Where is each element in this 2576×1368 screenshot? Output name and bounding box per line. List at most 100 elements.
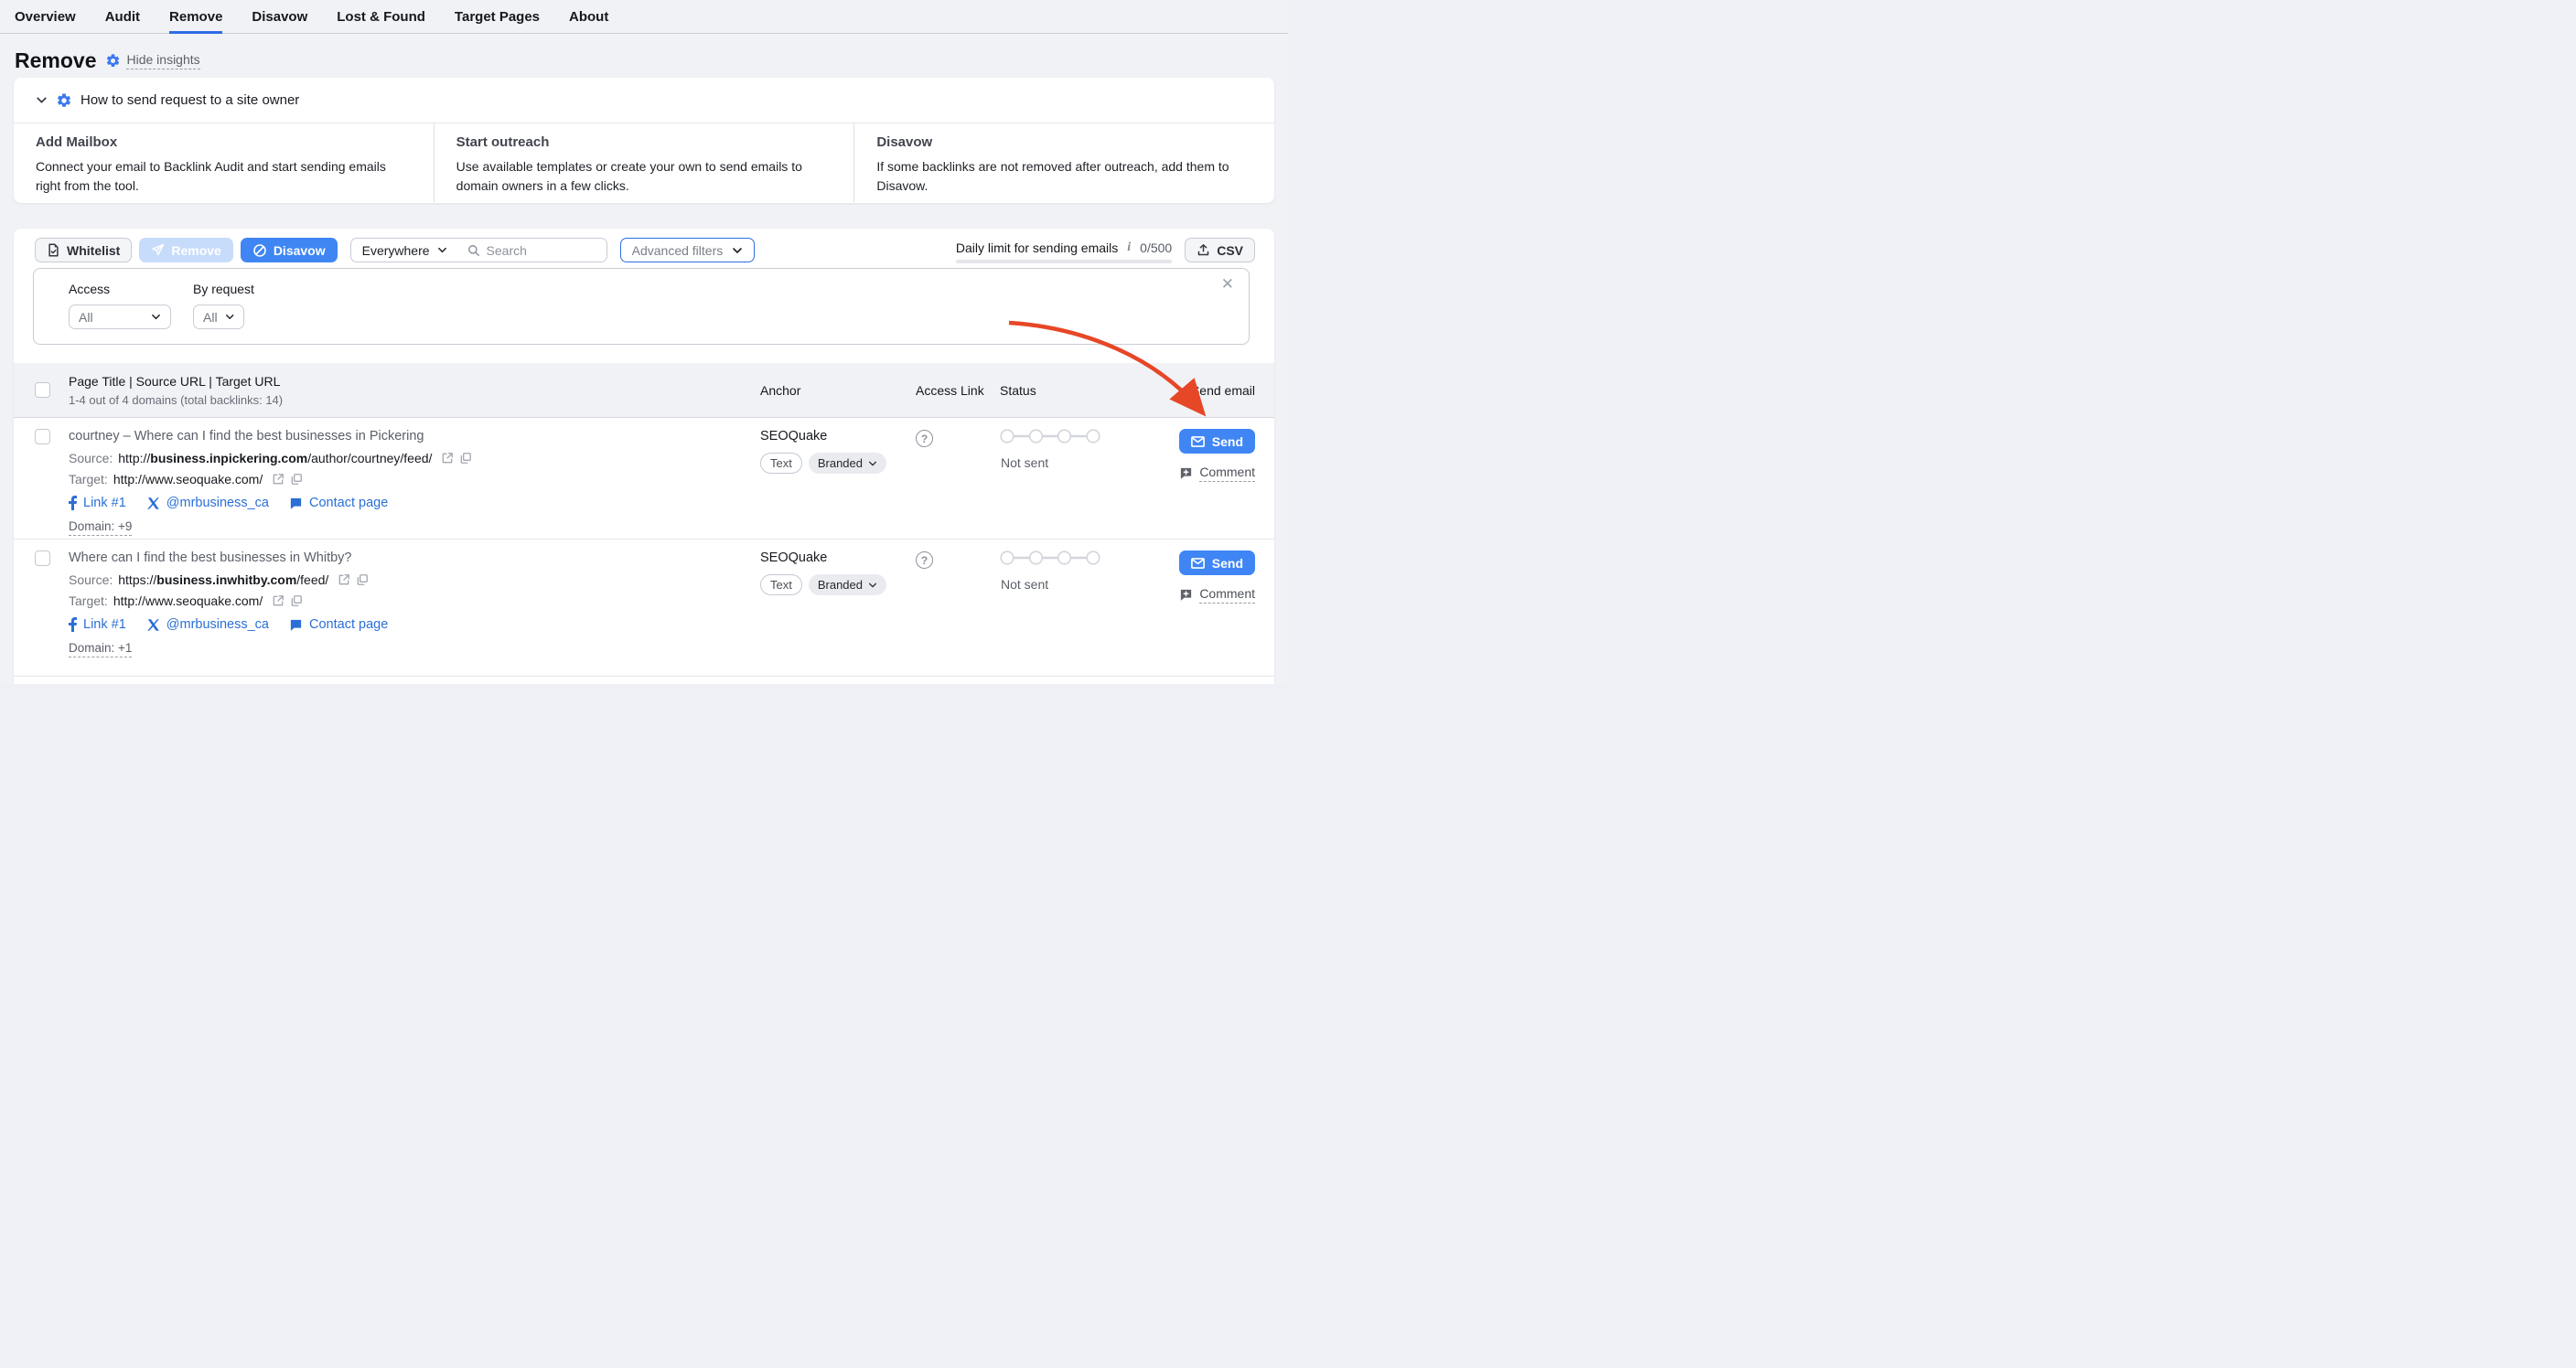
tab-about[interactable]: About [569, 0, 608, 33]
advanced-filters-label: Advanced filters [632, 243, 724, 258]
anchor-type-dropdown[interactable]: Branded [809, 574, 886, 595]
scope-value: Everywhere [362, 243, 430, 258]
page-title-text: courtney – Where can I find the best bus… [69, 429, 760, 444]
search-input[interactable] [487, 243, 606, 258]
send-button-label: Send [1212, 556, 1243, 571]
close-filters-icon[interactable]: ✕ [1221, 276, 1234, 292]
chevron-down-icon [151, 312, 161, 322]
external-link-icon[interactable] [441, 452, 454, 465]
external-link-icon[interactable] [338, 573, 350, 586]
x-profile-label: @mrbusiness_ca [166, 617, 269, 632]
search-icon [467, 244, 480, 257]
by-request-filter-value: All [203, 310, 218, 325]
tab-audit[interactable]: Audit [105, 0, 140, 33]
disavow-button[interactable]: Disavow [241, 238, 338, 262]
column-send-email: Send email [1185, 383, 1255, 398]
remove-button[interactable]: Remove [139, 238, 232, 262]
scope-dropdown[interactable]: Everywhere [351, 243, 458, 258]
export-csv-button[interactable]: CSV [1185, 238, 1255, 262]
source-url: http://business.inpickering.com/author/c… [118, 451, 432, 465]
page-title: Remove [15, 48, 96, 73]
gear-icon [105, 53, 121, 69]
domain-more-link[interactable]: Domain: +9 [69, 519, 132, 536]
insight-column-text: If some backlinks are not removed after … [876, 157, 1252, 196]
daily-limit-label: Daily limit for sending emails [956, 240, 1118, 255]
by-request-filter-select[interactable]: All [193, 305, 244, 329]
report-tabs: Overview Audit Remove Disavow Lost & Fou… [0, 0, 1288, 34]
backlink-row: Where can I find the best businesses in … [14, 540, 1274, 677]
insights-collapse-header[interactable]: How to send request to a site owner [14, 78, 1274, 123]
insights-title: How to send request to a site owner [80, 92, 299, 108]
contact-page-label: Contact page [309, 617, 388, 632]
source-label: Source: [69, 451, 113, 465]
copy-icon[interactable] [459, 452, 472, 465]
anchor-text: SEOQuake [760, 550, 916, 565]
tab-overview[interactable]: Overview [15, 0, 76, 33]
facebook-icon [69, 496, 77, 510]
tab-lost-and-found[interactable]: Lost & Found [337, 0, 425, 33]
anchor-type-dropdown[interactable]: Branded [809, 453, 886, 474]
x-profile-link[interactable]: @mrbusiness_ca [146, 617, 269, 632]
result-count: 1-4 out of 4 domains (total backlinks: 1… [69, 393, 760, 407]
insight-column-title: Start outreach [456, 134, 832, 150]
status-text: Not sent [1001, 455, 1185, 470]
contact-page-link[interactable]: Contact page [289, 617, 388, 632]
insight-disavow: Disavow If some backlinks are not remove… [853, 123, 1274, 202]
search-scope-group: Everywhere [350, 238, 607, 262]
tab-target-pages[interactable]: Target Pages [455, 0, 540, 33]
chevron-down-icon [868, 581, 877, 590]
external-link-icon[interactable] [272, 594, 284, 607]
comment-plus-icon [1179, 466, 1193, 480]
insights-card: How to send request to a site owner Add … [14, 78, 1274, 203]
target-url: http://www.seoquake.com/ [113, 472, 263, 486]
send-email-button[interactable]: Send [1179, 429, 1255, 454]
table-header: Page Title | Source URL | Target URL 1-4… [14, 363, 1274, 418]
x-icon [146, 618, 160, 632]
info-icon[interactable]: i [1125, 240, 1132, 255]
facebook-link[interactable]: Link #1 [69, 496, 126, 510]
access-filter-select[interactable]: All [69, 305, 171, 329]
paper-plane-icon [151, 243, 165, 257]
target-url: http://www.seoquake.com/ [113, 593, 263, 608]
envelope-icon [1191, 436, 1205, 447]
send-email-button[interactable]: Send [1179, 550, 1255, 575]
filters-panel: Access All By request All ✕ [33, 268, 1250, 345]
access-filter: Access All [69, 282, 171, 329]
chevron-down-icon [868, 459, 877, 468]
tab-remove[interactable]: Remove [169, 0, 222, 33]
copy-icon[interactable] [356, 573, 369, 586]
insight-add-mailbox: Add Mailbox Connect your email to Backli… [14, 123, 434, 202]
select-all-checkbox[interactable] [35, 382, 50, 398]
contact-page-link[interactable]: Contact page [289, 496, 388, 510]
comment-link[interactable]: Comment [1179, 465, 1255, 482]
domain-more-link[interactable]: Domain: +1 [69, 641, 132, 657]
backlink-audit-remove-page: Overview Audit Remove Disavow Lost & Fou… [0, 0, 1288, 684]
access-link-help-icon[interactable]: ? [916, 551, 933, 569]
advanced-filters-button[interactable]: Advanced filters [620, 238, 756, 262]
copy-icon[interactable] [290, 594, 303, 607]
whitelist-button[interactable]: Whitelist [35, 238, 132, 262]
x-profile-link[interactable]: @mrbusiness_ca [146, 496, 269, 510]
column-page-title: Page Title | Source URL | Target URL [69, 374, 760, 389]
facebook-link[interactable]: Link #1 [69, 617, 126, 632]
copy-icon[interactable] [290, 473, 303, 486]
export-icon [1197, 243, 1210, 257]
column-status: Status [1000, 383, 1185, 398]
facebook-icon [69, 617, 77, 632]
whitelist-label: Whitelist [67, 243, 120, 258]
hide-insights-toggle[interactable]: Hide insights [105, 52, 199, 69]
row-checkbox[interactable] [35, 550, 50, 566]
insight-column-title: Disavow [876, 134, 1252, 150]
status-stepper [1000, 429, 1100, 444]
anchor-text: SEOQuake [760, 429, 916, 444]
insight-column-title: Add Mailbox [36, 134, 412, 150]
comment-link[interactable]: Comment [1179, 586, 1255, 604]
x-profile-label: @mrbusiness_ca [166, 496, 269, 510]
access-filter-value: All [79, 310, 93, 325]
external-link-icon[interactable] [272, 473, 284, 486]
row-checkbox[interactable] [35, 429, 50, 444]
envelope-icon [1191, 558, 1205, 569]
access-link-help-icon[interactable]: ? [916, 430, 933, 447]
tab-disavow[interactable]: Disavow [252, 0, 307, 33]
daily-limit-value: 0/500 [1140, 240, 1172, 255]
